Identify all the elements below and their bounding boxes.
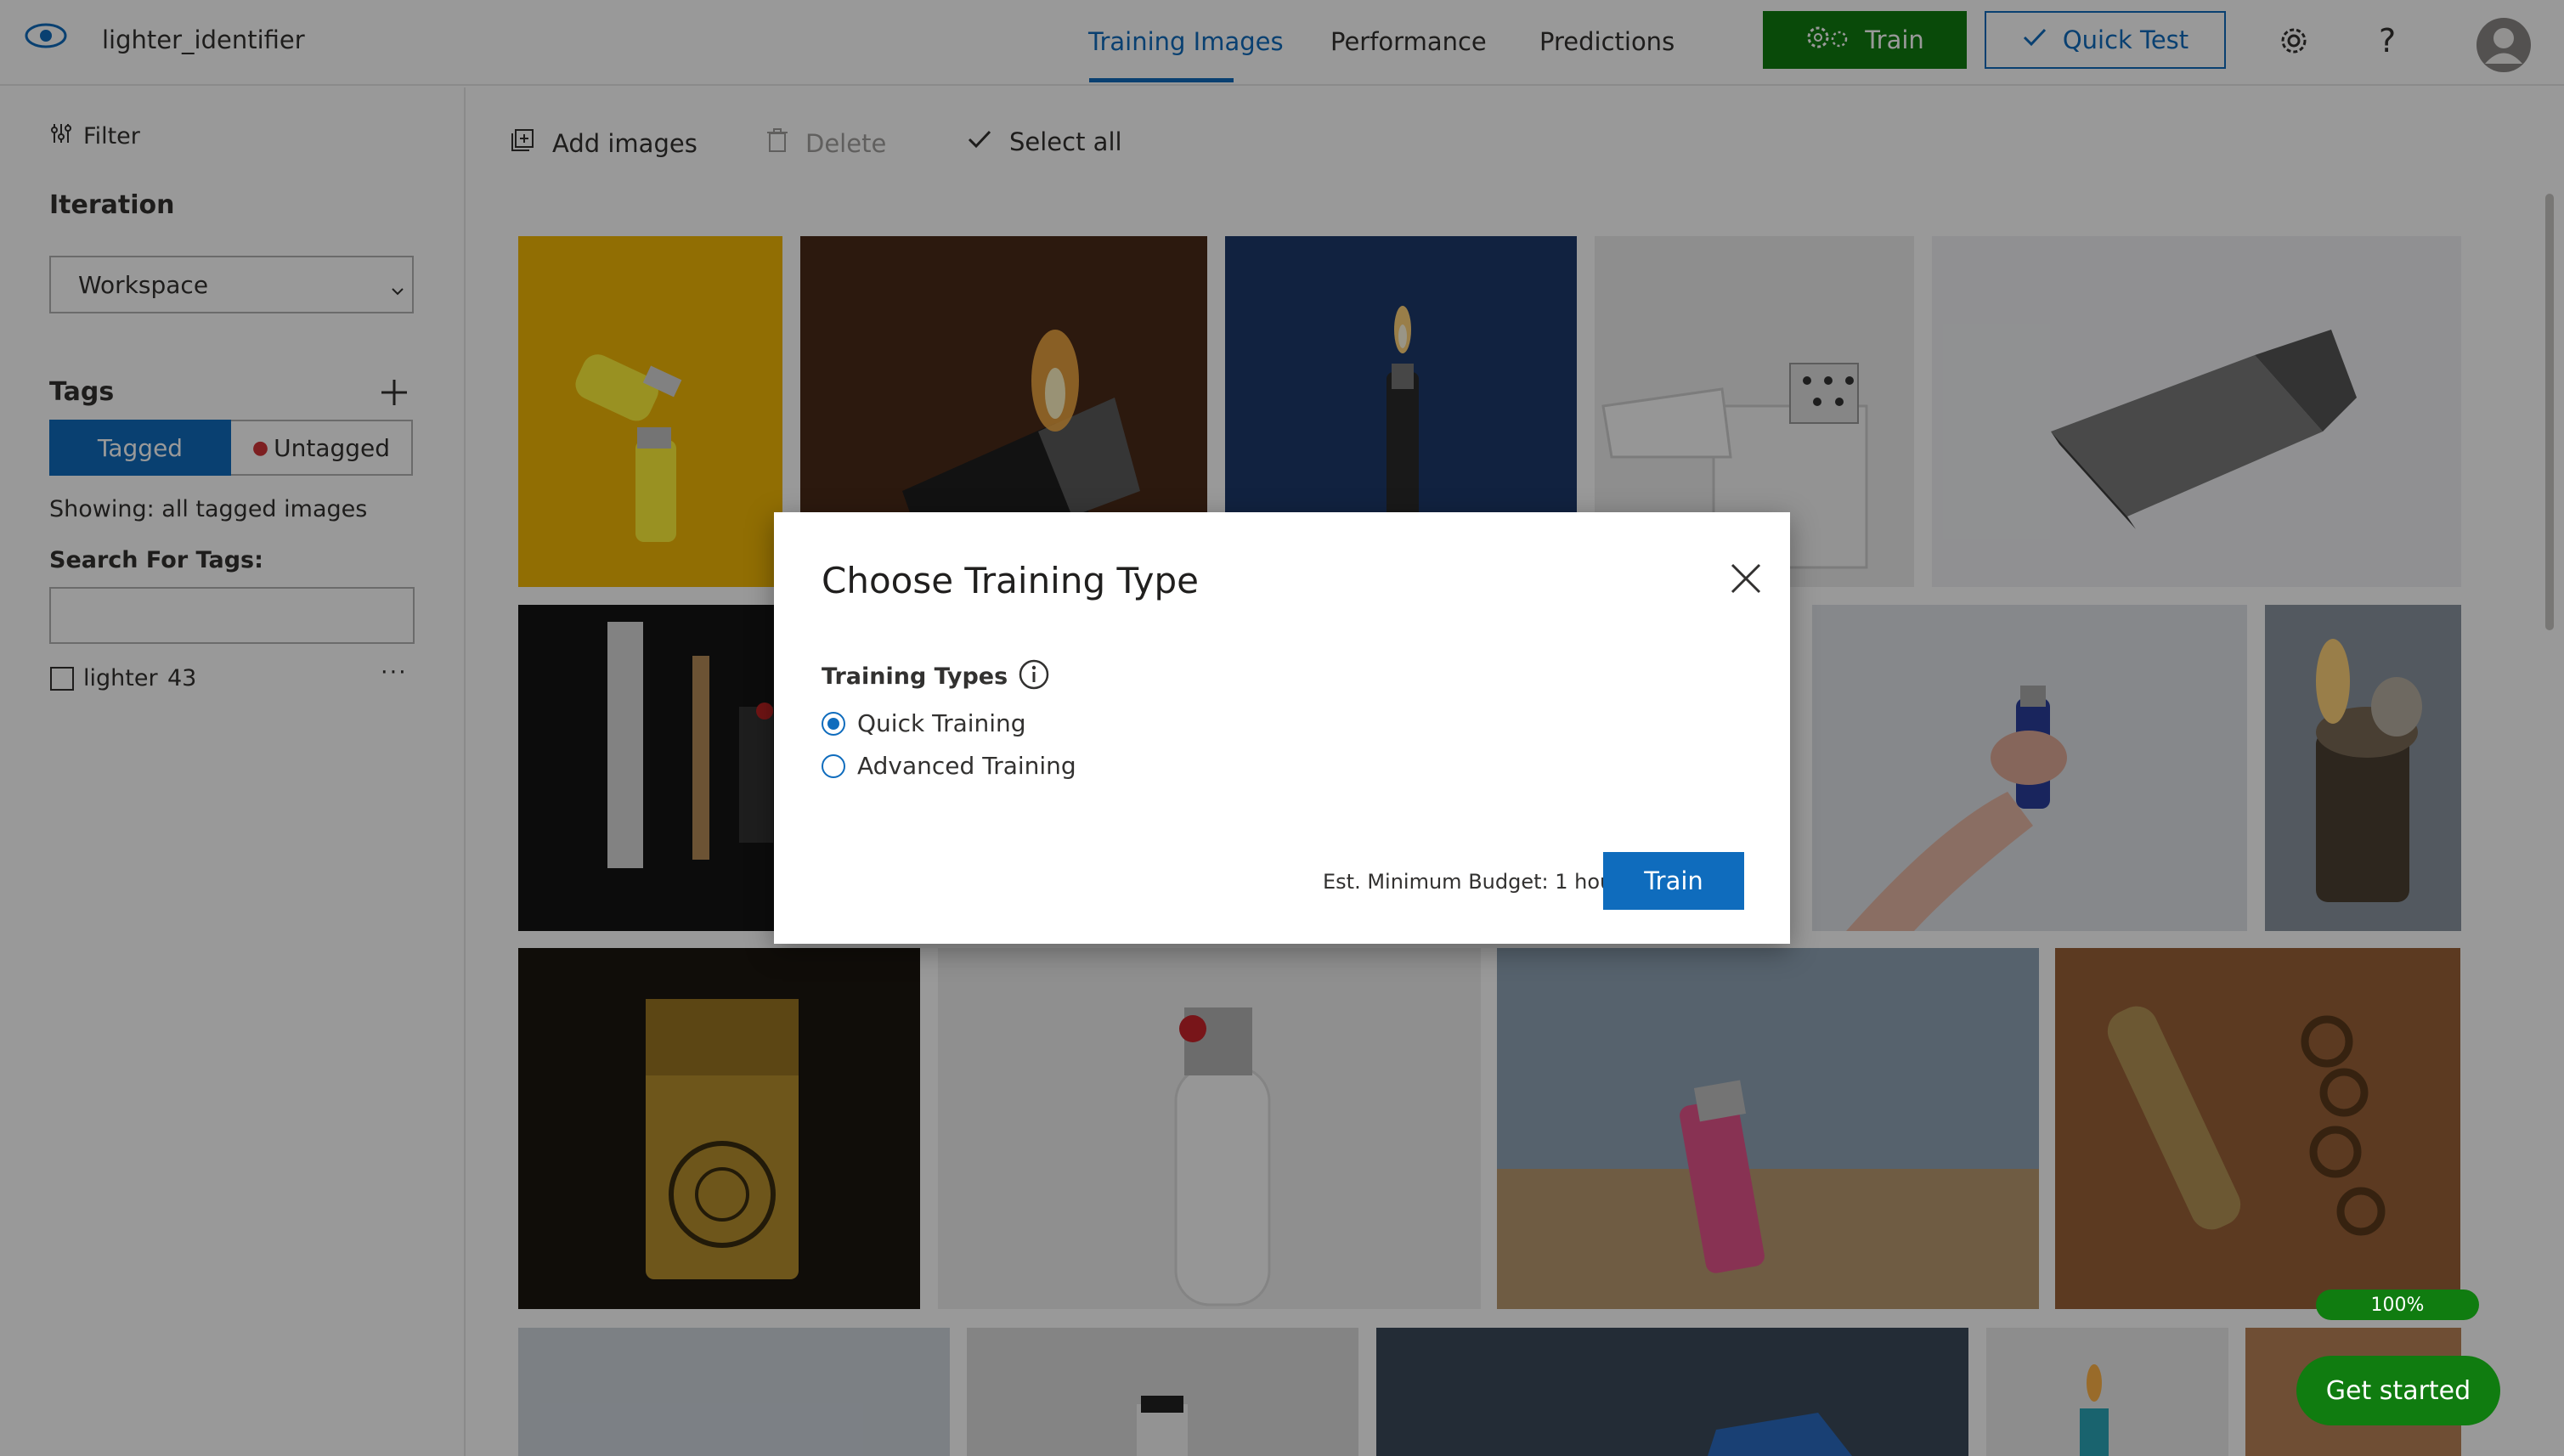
close-icon[interactable] (1729, 562, 1763, 599)
dialog-train-button[interactable]: Train (1603, 852, 1744, 910)
get-started-button[interactable]: Get started (2296, 1356, 2500, 1425)
quick-training-radio[interactable] (822, 711, 845, 736)
progress-indicator: 100% (2316, 1290, 2479, 1320)
training-type-dialog: Choose Training Type Training Types Quic… (774, 512, 1790, 944)
training-types-label: Training Types (822, 663, 1008, 690)
quick-training-option[interactable]: Quick Training (822, 709, 1026, 737)
quick-training-label: Quick Training (857, 709, 1026, 737)
training-types-label-row: Training Types (822, 658, 1050, 694)
advanced-training-label: Advanced Training (857, 752, 1076, 780)
dialog-title: Choose Training Type (822, 560, 1199, 601)
advanced-training-radio[interactable] (822, 753, 845, 778)
budget-estimate: Est. Minimum Budget: 1 hour (1323, 870, 1622, 894)
info-icon[interactable] (1018, 658, 1050, 694)
advanced-training-option[interactable]: Advanced Training (822, 752, 1076, 780)
